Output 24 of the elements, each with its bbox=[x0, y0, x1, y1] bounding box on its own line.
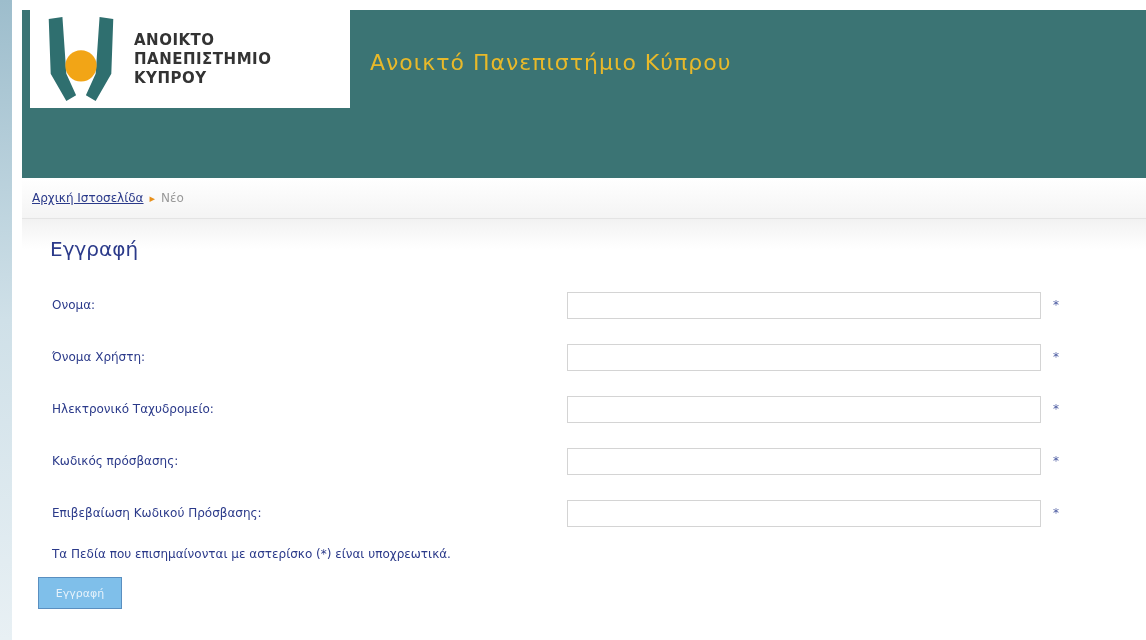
required-mark: * bbox=[1053, 454, 1059, 468]
required-mark: * bbox=[1053, 298, 1059, 312]
breadcrumb-current: Νέο bbox=[161, 191, 184, 205]
site-title: Ανοικτό Πανεπιστήμιο Κύπρου bbox=[370, 50, 732, 75]
field-label: Όνομα Χρήστη: bbox=[51, 350, 147, 364]
required-mark: * bbox=[1053, 506, 1059, 520]
logo-text-line: ΑΝΟΙΚΤΟ bbox=[134, 30, 216, 50]
field-label: Ηλεκτρονικό Ταχυδρομείο: bbox=[51, 402, 215, 416]
input-field[interactable] bbox=[567, 499, 1041, 527]
required-note: Τα Πεδία που επισημαίνονται με αστερίσκο (*) είναι υποχρεωτικά. bbox=[52, 547, 452, 561]
breadcrumb-link[interactable]: Αρχική Ιστοσελίδα bbox=[32, 191, 144, 205]
field-label: Ονομα: bbox=[51, 298, 97, 312]
input-field[interactable] bbox=[567, 291, 1041, 319]
logo-text-line: ΠΑΝΕΠΙΣΤΗΜΙΟ bbox=[134, 49, 272, 69]
form-heading: Εγγραφή bbox=[50, 237, 140, 261]
field-label: Κωδικός πρόσβασης: bbox=[51, 454, 180, 468]
input-field[interactable] bbox=[567, 447, 1041, 475]
required-mark: * bbox=[1053, 402, 1059, 416]
field-label: Επιβεβαίωση Κωδικού Πρόσβασης: bbox=[51, 506, 263, 520]
input-field[interactable] bbox=[567, 343, 1041, 371]
logo-text-line: ΚΥΠΡΟΥ bbox=[134, 68, 208, 88]
required-mark: * bbox=[1053, 350, 1059, 364]
breadcrumb-separator-icon: ▸ bbox=[149, 191, 156, 205]
input-field[interactable] bbox=[567, 395, 1041, 423]
